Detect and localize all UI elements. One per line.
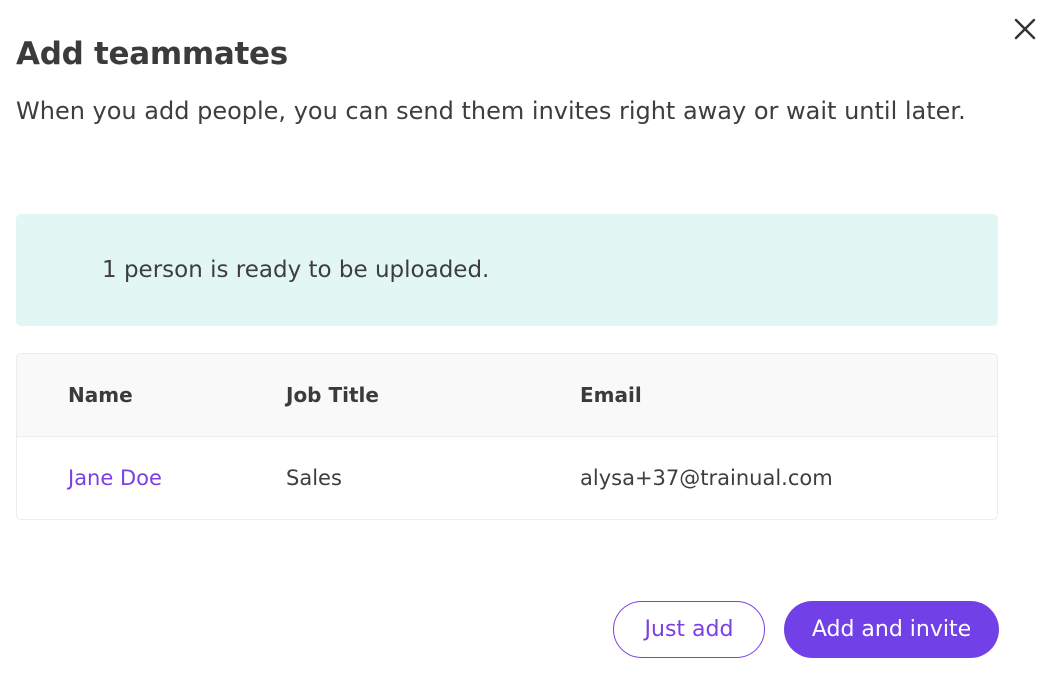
teammate-name-link[interactable]: Jane Doe bbox=[17, 466, 286, 490]
teammates-table: Name Job Title Email Jane Doe Sales alys… bbox=[16, 353, 998, 520]
table-header-row: Name Job Title Email bbox=[17, 354, 997, 437]
teammate-job-title: Sales bbox=[286, 466, 342, 490]
column-header-email: Email bbox=[580, 383, 642, 407]
add-and-invite-button[interactable]: Add and invite bbox=[784, 601, 999, 658]
just-add-button[interactable]: Just add bbox=[613, 601, 765, 658]
close-button[interactable] bbox=[1008, 12, 1042, 46]
close-icon bbox=[1014, 18, 1036, 40]
modal-subtitle: When you add people, you can send them i… bbox=[16, 97, 966, 125]
teammate-email: alysa+37@trainual.com bbox=[580, 466, 833, 490]
table-row: Jane Doe Sales alysa+37@trainual.com bbox=[17, 437, 997, 519]
upload-status-banner: 1 person is ready to be uploaded. bbox=[16, 214, 998, 326]
add-teammates-modal: Add teammates When you add people, you c… bbox=[0, 0, 1048, 682]
modal-title: Add teammates bbox=[16, 36, 288, 72]
column-header-name: Name bbox=[68, 383, 133, 407]
upload-status-message: 1 person is ready to be uploaded. bbox=[102, 257, 490, 283]
column-header-job-title: Job Title bbox=[286, 383, 379, 407]
